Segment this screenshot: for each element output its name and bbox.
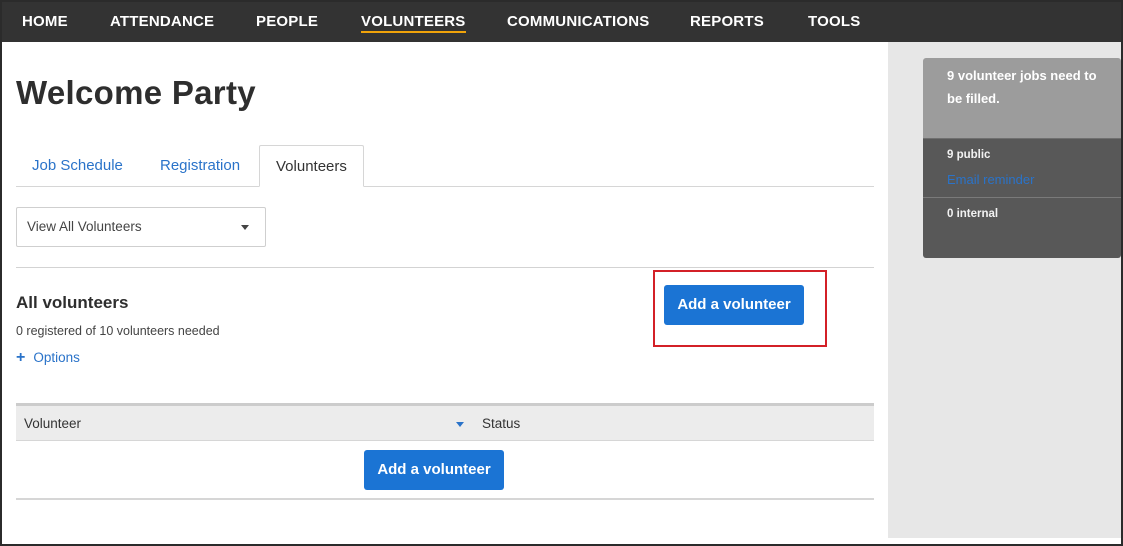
sort-caret-icon[interactable] [456,422,464,427]
options-label: Options [33,350,80,365]
internal-count: 0 internal [947,208,999,220]
public-section: 9 public Email reminder [923,138,1121,197]
jobs-summary: 9 volunteer jobs need to be filled. [923,58,1121,138]
add-volunteer-table-button[interactable]: Add a volunteer [364,450,504,490]
volunteer-jobs-card: 9 volunteer jobs need to be filled. 9 pu… [923,58,1121,258]
nav-home[interactable]: HOME [22,2,68,42]
volunteer-filter-select[interactable]: View All Volunteers [16,207,266,247]
table-bottom-divider [16,498,874,500]
tab-job-schedule[interactable]: Job Schedule [32,145,123,187]
options-toggle[interactable]: + Options [16,349,80,367]
tab-volunteers[interactable]: Volunteers [259,145,364,187]
tab-bar: Job Schedule Registration Volunteers [16,145,874,187]
nav-attendance[interactable]: ATTENDANCE [110,2,214,42]
public-count: 9 public [947,149,991,161]
nav-volunteers[interactable]: VOLUNTEERS [361,2,466,42]
nav-people[interactable]: PEOPLE [256,2,318,42]
nav-tools[interactable]: TOOLS [808,2,860,42]
section-title: All volunteers [16,293,129,312]
volunteers-table-header: Volunteer Status [16,403,874,441]
filter-selected-value: View All Volunteers [27,219,142,234]
internal-section: 0 internal [923,197,1121,258]
top-nav: HOME ATTENDANCE PEOPLE VOLUNTEERS COMMUN… [2,2,1121,42]
column-header-volunteer[interactable]: Volunteer [24,406,81,441]
page-title: Welcome Party [16,74,256,111]
plus-icon: + [16,349,26,366]
column-header-status[interactable]: Status [482,406,520,441]
registration-count: 0 registered of 10 volunteers needed [16,324,220,338]
nav-communications[interactable]: COMMUNICATIONS [507,2,650,42]
divider [16,267,874,268]
chevron-down-icon [241,225,249,230]
highlight-annotation [653,270,827,347]
tab-registration[interactable]: Registration [160,145,240,187]
email-reminder-link[interactable]: Email reminder [947,172,1034,187]
nav-reports[interactable]: REPORTS [690,2,764,42]
